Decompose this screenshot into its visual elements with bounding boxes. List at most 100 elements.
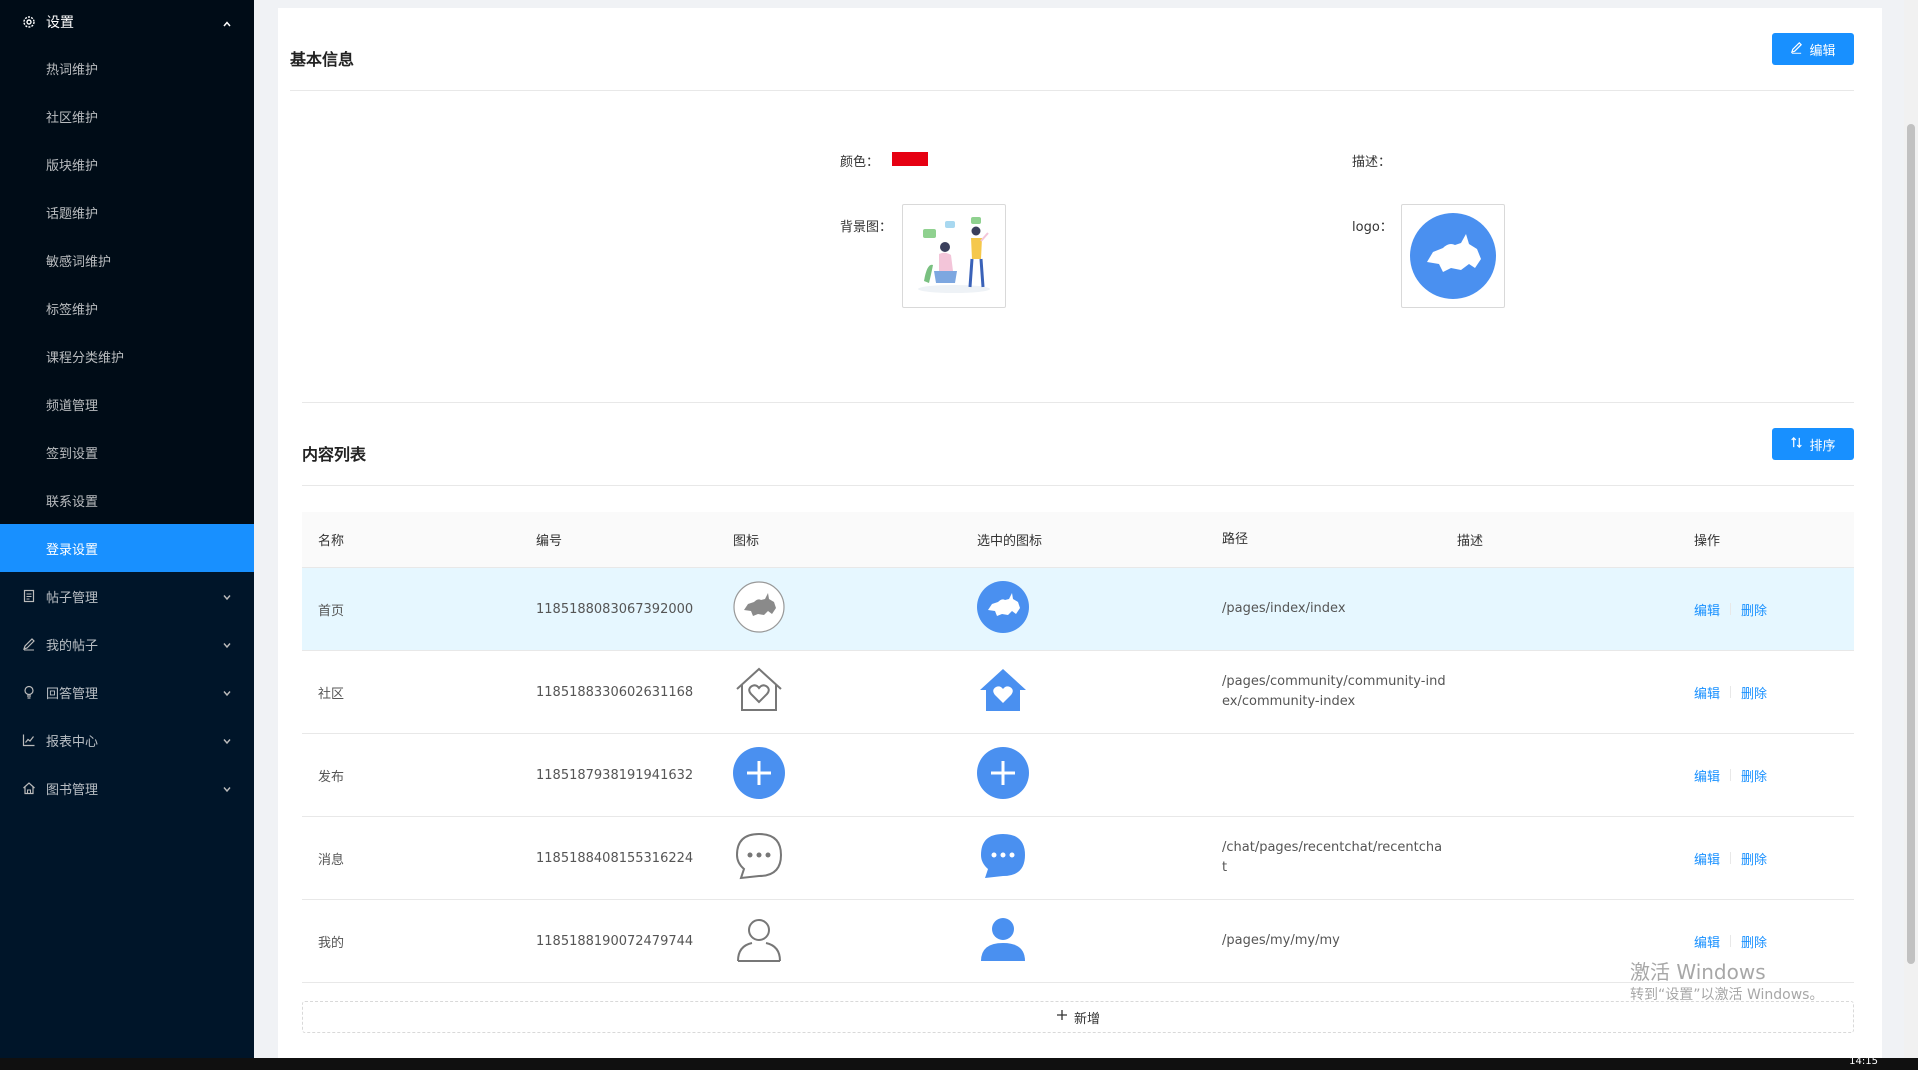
- divider: [302, 485, 1854, 486]
- table-row: 首页 1185188083067392000 /pages/index/inde…: [302, 568, 1854, 651]
- sidebar-item-tags[interactable]: 标签维护: [0, 284, 254, 332]
- row-delete-link[interactable]: 删除: [1741, 932, 1767, 951]
- activation-watermark-subtitle: 转到“设置”以激活 Windows。: [1630, 987, 1824, 1003]
- sidebar-item-answers[interactable]: 回答管理: [0, 668, 254, 716]
- edit-basic-info-button[interactable]: 编辑: [1772, 33, 1854, 65]
- sidebar-item-posts[interactable]: 帖子管理: [0, 572, 254, 620]
- rhino-selected-icon: [977, 581, 1029, 633]
- row-edit-link[interactable]: 编辑: [1694, 683, 1720, 702]
- divider: [1730, 603, 1732, 615]
- logo-label: logo：: [1352, 220, 1393, 235]
- table-row: 我的 1185188190072479744 /pages/my/my/my 编…: [302, 900, 1854, 983]
- activation-watermark-title: 激活 Windows: [1630, 960, 1766, 984]
- sidebar-item-sections[interactable]: 版块维护: [0, 140, 254, 188]
- row-edit-link[interactable]: 编辑: [1694, 932, 1720, 951]
- row-delete-link[interactable]: 删除: [1741, 683, 1767, 702]
- edit-icon: [1790, 41, 1803, 58]
- taskbar-clock: 14:15: [1849, 1056, 1878, 1067]
- chevron-down-icon: [222, 591, 232, 601]
- divider: [1730, 852, 1732, 864]
- chevron-down-icon: [222, 687, 232, 697]
- row-path: /pages/my/my/my: [1222, 933, 1340, 948]
- column-header: 路径: [1222, 531, 1249, 547]
- column-header: 描述: [1457, 534, 1484, 549]
- sidebar-item-contact[interactable]: 联系设置: [0, 476, 254, 524]
- color-swatch: [892, 152, 928, 166]
- row-delete-link[interactable]: 删除: [1741, 600, 1767, 619]
- house-heart-selected-icon: [980, 669, 1026, 711]
- logo-thumbnail[interactable]: [1401, 204, 1505, 308]
- rhino-icon: [733, 581, 785, 633]
- basic-info-title: 基本信息: [290, 50, 355, 69]
- sidebar-item-community[interactable]: 社区维护: [0, 92, 254, 140]
- row-name: 消息: [318, 852, 345, 868]
- sidebar-item-sensitive-words[interactable]: 敏感词维护: [0, 236, 254, 284]
- row-id: 1185188408155316224: [536, 850, 694, 866]
- sidebar-item-reports[interactable]: 报表中心: [0, 716, 254, 764]
- file-icon: [22, 589, 36, 603]
- row-id: 1185188190072479744: [536, 933, 694, 949]
- row-path: /pages/index/index: [1222, 601, 1346, 616]
- chat-bubble-selected-icon: [981, 834, 1025, 878]
- sidebar-item-hot-words[interactable]: 热词维护: [0, 44, 254, 92]
- menu-group-settings[interactable]: 设置: [0, 0, 254, 44]
- row-path: /pages/community/community-index/communi…: [1222, 674, 1446, 709]
- scrollbar-thumb[interactable]: [1907, 124, 1915, 964]
- home-icon: [22, 781, 36, 795]
- sidebar: 设置 热词维护 社区维护 版块维护 话题维护 敏感词维护 标签维护 课程分类维护…: [0, 0, 254, 1058]
- column-header: 编号: [536, 534, 563, 549]
- sort-icon: [1790, 436, 1803, 453]
- background-image-thumbnail[interactable]: [902, 204, 1006, 308]
- sort-button[interactable]: 排序: [1772, 428, 1854, 460]
- column-header: 操作: [1694, 534, 1721, 549]
- add-new-button[interactable]: 新增: [302, 1001, 1854, 1033]
- row-edit-link[interactable]: 编辑: [1694, 766, 1720, 785]
- chevron-up-icon: [222, 17, 232, 27]
- chevron-down-icon: [222, 639, 232, 649]
- plus-icon: [1056, 1009, 1068, 1025]
- row-edit-link[interactable]: 编辑: [1694, 600, 1720, 619]
- row-id: 1185187938191941632: [536, 767, 694, 783]
- sidebar-item-my-posts[interactable]: 我的帖子: [0, 620, 254, 668]
- row-id: 1185188330602631168: [536, 684, 694, 700]
- house-heart-icon: [736, 667, 782, 711]
- column-header: 图标: [733, 534, 760, 549]
- row-edit-link[interactable]: 编辑: [1694, 849, 1720, 868]
- menu-group-label: 设置: [46, 15, 74, 31]
- content-list-title: 内容列表: [302, 445, 367, 464]
- divider: [1730, 935, 1732, 947]
- sidebar-item-checkin[interactable]: 签到设置: [0, 428, 254, 476]
- sidebar-item-books[interactable]: 图书管理: [0, 764, 254, 812]
- table-row: 发布 1185187938191941632 编辑 删除: [302, 734, 1854, 817]
- bulb-icon: [22, 685, 36, 699]
- row-name: 社区: [318, 686, 345, 702]
- line-chart-icon: [22, 733, 36, 747]
- table-row: 社区 1185188330602631168 /pages/community/…: [302, 651, 1854, 734]
- sidebar-item-channels[interactable]: 频道管理: [0, 380, 254, 428]
- row-id: 1185188083067392000: [536, 601, 694, 617]
- chevron-down-icon: [222, 783, 232, 793]
- chat-bubble-icon: [735, 832, 783, 880]
- table-header: 名称 编号 图标 选中的图标 路径 描述 操作: [302, 512, 1854, 568]
- divider: [302, 402, 1854, 403]
- row-name: 发布: [318, 769, 345, 785]
- scrollbar[interactable]: [1904, 0, 1918, 1058]
- row-name: 我的: [318, 935, 345, 951]
- user-icon: [737, 919, 781, 962]
- taskbar: 14:15: [0, 1056, 1918, 1070]
- row-delete-link[interactable]: 删除: [1741, 766, 1767, 785]
- sidebar-item-course-categories[interactable]: 课程分类维护: [0, 332, 254, 380]
- row-path: /chat/pages/recentchat/recentchat: [1222, 840, 1443, 875]
- sidebar-item-topics[interactable]: 话题维护: [0, 188, 254, 236]
- rhino-logo-icon: [1410, 213, 1496, 299]
- plus-circle-selected-icon: [977, 747, 1029, 799]
- content-table: 名称 编号 图标 选中的图标 路径 描述 操作 首页 1185188083067…: [302, 512, 1854, 983]
- sidebar-item-login[interactable]: 登录设置: [0, 524, 254, 572]
- row-delete-link[interactable]: 删除: [1741, 849, 1767, 868]
- user-selected-icon: [981, 918, 1025, 961]
- illustration-image: [918, 217, 990, 293]
- color-label: 颜色：: [840, 155, 880, 170]
- divider: [290, 90, 1854, 91]
- background-image-label: 背景图：: [840, 220, 893, 235]
- main-panel: 基本信息 编辑 颜色： 描述： 背景图： logo： 内容列表 排序 名称 编号…: [278, 8, 1882, 1058]
